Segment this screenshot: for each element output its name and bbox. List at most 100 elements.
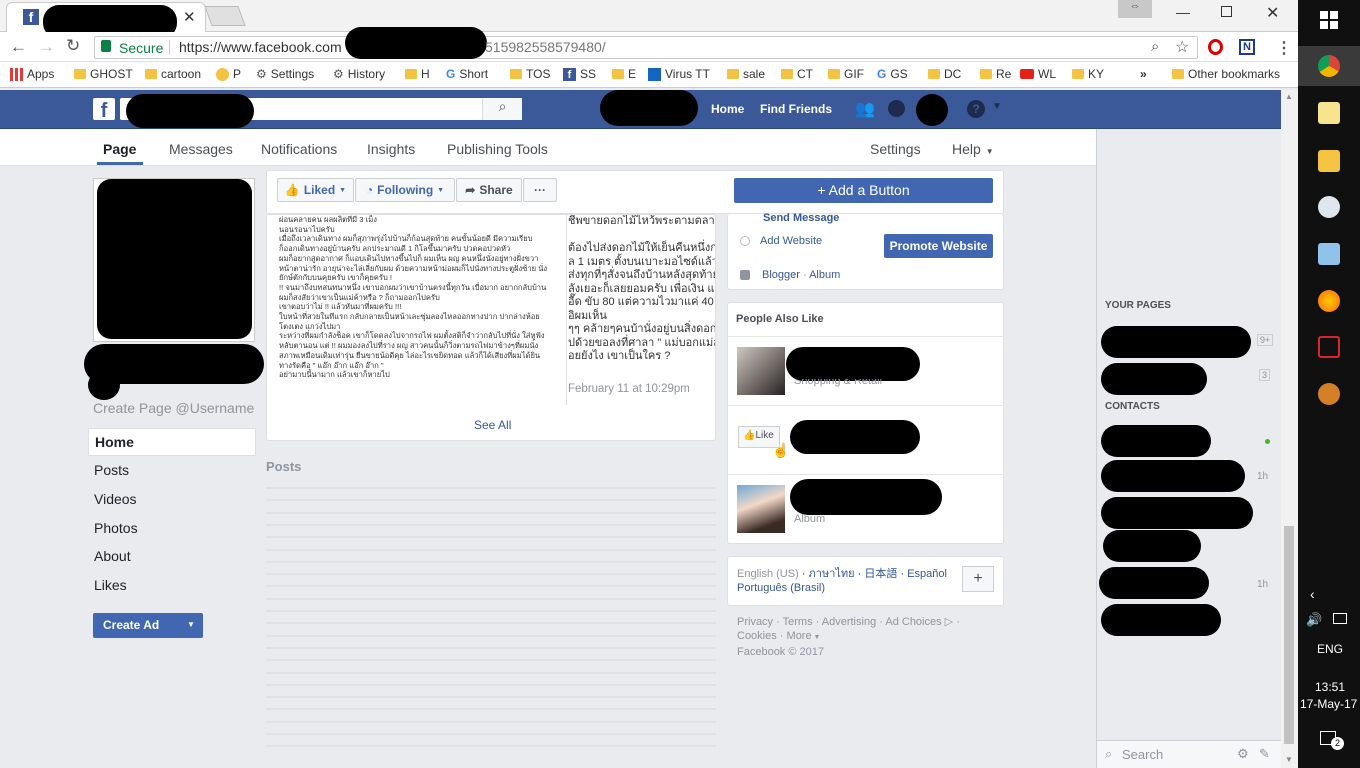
star-icon[interactable]: ☆ bbox=[1175, 37, 1189, 57]
messenger-icon[interactable] bbox=[888, 100, 905, 117]
bookmark-p[interactable]: P bbox=[216, 67, 241, 81]
bookmark-wl[interactable]: WL bbox=[1020, 67, 1056, 81]
compose-icon[interactable]: ✎ bbox=[1259, 746, 1270, 762]
friend-requests-icon[interactable]: 👥 bbox=[855, 99, 875, 119]
bookmark-gif[interactable]: GIF bbox=[828, 67, 864, 81]
help-icon[interactable]: ? bbox=[967, 100, 985, 118]
bookmark-ghost[interactable]: GHOST bbox=[74, 67, 133, 81]
bookmark-gs[interactable]: G GS bbox=[877, 67, 908, 81]
bookmark-short[interactable]: G Short bbox=[446, 67, 488, 81]
bookmark-apps[interactable]: Apps bbox=[10, 67, 54, 81]
bookmark-dc[interactable]: DC bbox=[928, 67, 961, 81]
footer-advertising[interactable]: Advertising bbox=[822, 616, 876, 628]
add-a-button[interactable]: + Add a Button bbox=[734, 178, 993, 203]
bookmark-ct[interactable]: CT bbox=[781, 67, 813, 81]
post-thumbnail-left[interactable]: ผ่อนคลายคน ผลผลิตที่มี 3 เม็ง นอนรอนาไปคร… bbox=[267, 215, 567, 405]
account-menu-chevron-icon[interactable]: ▼ bbox=[992, 101, 1002, 112]
other-bookmarks[interactable]: Other bookmarks bbox=[1172, 67, 1280, 81]
minimize-icon[interactable]: — bbox=[1176, 4, 1190, 20]
share-button[interactable]: ➦ Share bbox=[456, 178, 522, 202]
nav-home[interactable]: Home bbox=[711, 102, 744, 116]
tab-insights[interactable]: Insights bbox=[367, 141, 415, 157]
bookmark-h[interactable]: H bbox=[405, 67, 430, 81]
bookmark-history[interactable]: ⚙ History bbox=[333, 67, 385, 81]
add-website-link[interactable]: Add Website bbox=[760, 235, 822, 247]
create-ad-dropdown-icon[interactable]: ▼ bbox=[187, 620, 195, 629]
bookmark-tos[interactable]: TOS bbox=[510, 67, 550, 81]
tab-settings[interactable]: Settings bbox=[870, 141, 921, 157]
browser-tab[interactable]: f ✕ bbox=[6, 2, 206, 39]
firefox-icon[interactable] bbox=[1318, 290, 1340, 312]
clock-date[interactable]: 17-May-17 bbox=[1300, 697, 1357, 711]
chat-search-bar[interactable]: ⌕ Search ⚙ ✎ bbox=[1097, 740, 1282, 768]
zoom-icon[interactable]: ⌕ bbox=[1151, 38, 1159, 55]
forward-icon[interactable]: → bbox=[38, 37, 55, 57]
back-icon[interactable]: ← bbox=[10, 37, 27, 57]
following-button[interactable]: ◔ Following ▼ bbox=[355, 178, 455, 202]
redacted-contact[interactable] bbox=[1101, 460, 1245, 492]
post-thumbnail-right[interactable]: ชีพขายดอกไม้ไหว้พระตามตลาด ต้องไปส่งดอกไ… bbox=[568, 215, 715, 405]
suggestion-item[interactable]: Album bbox=[728, 475, 1003, 543]
bookmark-re[interactable]: Re bbox=[980, 67, 1011, 81]
nav-find-friends[interactable]: Find Friends bbox=[760, 102, 832, 116]
bookmark-ky[interactable]: KY bbox=[1072, 67, 1104, 81]
windows-start-icon[interactable] bbox=[1320, 11, 1338, 29]
left-nav-home[interactable]: Home bbox=[88, 428, 256, 456]
clock-time[interactable]: 13:51 bbox=[1315, 680, 1345, 694]
close-tab-icon[interactable]: ✕ bbox=[183, 8, 196, 26]
bookmark-e[interactable]: E bbox=[612, 67, 636, 81]
bookmark-settings[interactable]: ⚙ Settings bbox=[256, 67, 314, 81]
menu-kebab-icon[interactable]: ⋮ bbox=[1276, 38, 1292, 58]
footer-more[interactable]: More bbox=[787, 630, 812, 642]
suggestion-item[interactable]: 👍Like ☝ bbox=[728, 406, 1003, 474]
bookmark-cartoon[interactable]: cartoon bbox=[145, 67, 201, 81]
scrollbar-up-icon[interactable]: ▲ bbox=[1285, 92, 1293, 101]
more-options-button[interactable]: ··· bbox=[523, 178, 557, 202]
redacted-contact[interactable] bbox=[1099, 567, 1209, 599]
sticky-notes-icon[interactable] bbox=[1318, 102, 1340, 124]
liked-button[interactable]: 👍 Liked ▼ bbox=[277, 178, 354, 202]
blogger-link[interactable]: Blogger bbox=[762, 269, 800, 281]
tab-help[interactable]: Help ▼ bbox=[952, 141, 994, 157]
redacted-page-item[interactable] bbox=[1101, 326, 1251, 358]
show-hidden-icons[interactable]: ‹ bbox=[1310, 586, 1315, 602]
send-message-link[interactable]: Send Message bbox=[763, 212, 839, 224]
file-explorer-icon[interactable] bbox=[1318, 150, 1340, 172]
page-scrollbar[interactable]: ▲ ▼ bbox=[1281, 90, 1298, 768]
redacted-contact[interactable] bbox=[1101, 497, 1253, 529]
language-spanish[interactable]: Español bbox=[907, 568, 947, 580]
redacted-contact[interactable] bbox=[1101, 425, 1211, 457]
game-app-icon[interactable] bbox=[1318, 383, 1340, 405]
new-tab-button[interactable] bbox=[204, 6, 246, 26]
maximize-icon[interactable] bbox=[1221, 6, 1232, 17]
gear-icon[interactable]: ⚙ bbox=[1237, 746, 1249, 762]
footer-terms[interactable]: Terms bbox=[783, 616, 813, 628]
network-icon[interactable] bbox=[1333, 613, 1347, 624]
suggestion-thumbnail[interactable] bbox=[737, 485, 785, 533]
language-thai[interactable]: ภาษาไทย bbox=[809, 568, 855, 580]
suggestion-item[interactable]: Shopping & Retail bbox=[728, 337, 1003, 405]
close-window-icon[interactable]: ✕ bbox=[1266, 3, 1279, 23]
bookmark-ss[interactable]: f SS bbox=[563, 67, 596, 81]
suggestion-thumbnail[interactable] bbox=[737, 347, 785, 395]
tab-notifications[interactable]: Notifications bbox=[261, 141, 337, 157]
footer-ad-choices[interactable]: Ad Choices bbox=[885, 616, 941, 628]
acrobat-icon[interactable] bbox=[1318, 336, 1340, 358]
omnibox[interactable]: Secure https://www.facebook.com 51598255… bbox=[94, 27, 1198, 59]
bookmark-virus-tt[interactable]: Virus TT bbox=[648, 67, 710, 81]
profile-picture[interactable] bbox=[93, 178, 255, 342]
redacted-contact[interactable] bbox=[1103, 530, 1201, 562]
language-portuguese[interactable]: Português (Brasil) bbox=[737, 582, 825, 594]
chrome-icon[interactable] bbox=[1318, 55, 1340, 77]
volume-icon[interactable]: 🔊 bbox=[1306, 612, 1322, 628]
redacted-contact[interactable] bbox=[1101, 604, 1221, 636]
left-nav-photos[interactable]: Photos bbox=[88, 515, 256, 543]
bookmarks-overflow[interactable]: » bbox=[1140, 67, 1147, 81]
reload-icon[interactable]: ↻ bbox=[66, 36, 80, 56]
album-link[interactable]: Album bbox=[809, 269, 840, 281]
opera-extension-icon[interactable] bbox=[1208, 39, 1223, 55]
search-button[interactable]: ⌕ bbox=[482, 98, 522, 120]
scrollbar-down-icon[interactable]: ▼ bbox=[1285, 755, 1293, 764]
add-language-button[interactable]: + bbox=[962, 566, 994, 592]
create-username-link[interactable]: Create Page @Username bbox=[93, 400, 254, 416]
